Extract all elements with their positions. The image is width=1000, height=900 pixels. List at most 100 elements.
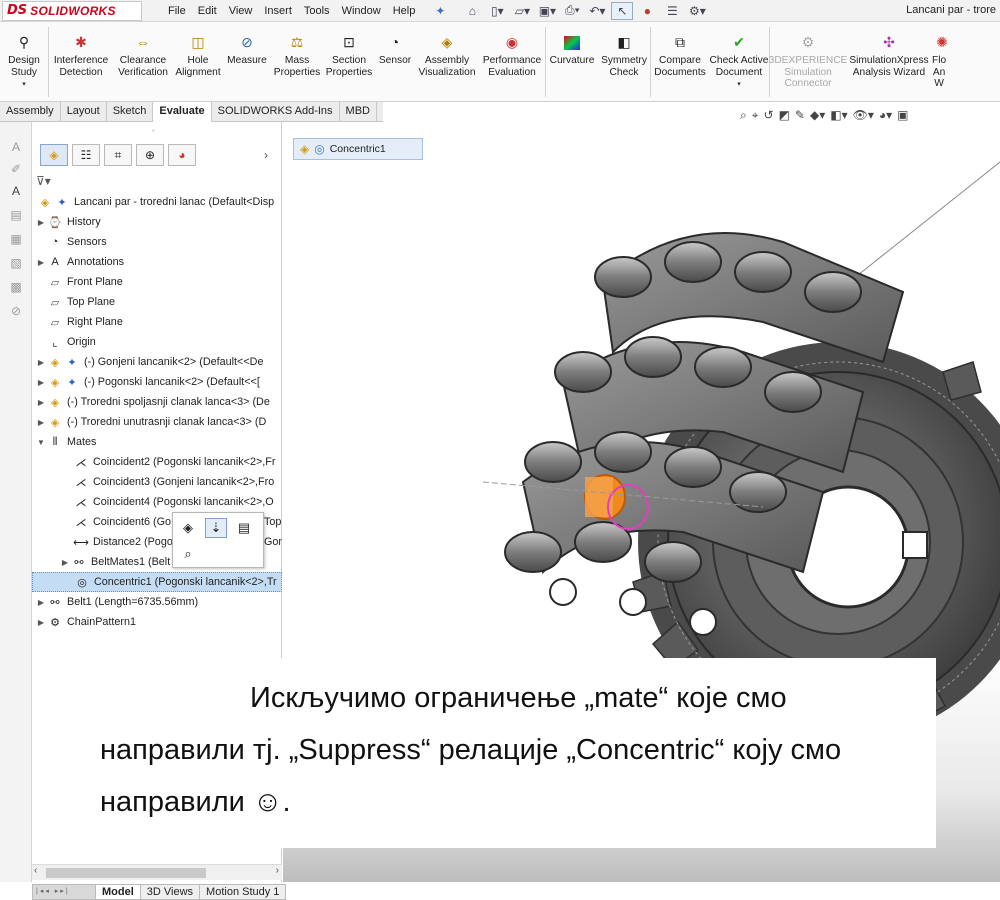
scroll-left-icon[interactable]: ‹ <box>34 865 37 876</box>
tree-item-gonjeni-lancanik[interactable]: ▶ ◈ ✦ (-) Gonjeni lancanik<2> (Default<<… <box>32 352 282 372</box>
propertymanager-tab-icon[interactable]: ☷ <box>72 144 100 166</box>
zoom-to-selection-icon[interactable]: ⌕ <box>177 544 199 564</box>
select-icon[interactable]: ↖ <box>611 1 634 20</box>
tab-mbd[interactable]: MBD <box>340 102 377 122</box>
menu-help[interactable]: Help <box>387 5 422 17</box>
menu-tools[interactable]: Tools <box>298 5 336 17</box>
hole-alignment-button[interactable]: ◫ Hole Alignment <box>173 22 223 102</box>
previous-view-icon[interactable]: ↺ <box>764 108 774 122</box>
display-style-icon[interactable]: ◧▾ <box>830 108 847 122</box>
scrollbar-thumb[interactable] <box>46 868 206 878</box>
tree-item-pogonski-lancanik[interactable]: ▶ ◈ ✦ (-) Pogonski lancanik<2> (Default<… <box>32 372 282 392</box>
dimxpertmanager-tab-icon[interactable]: ⊕ <box>136 144 164 166</box>
filter-icon[interactable]: ⊽▾ <box>36 174 51 188</box>
file-properties-icon[interactable]: ☰ <box>661 2 683 20</box>
save-icon[interactable]: ▣▾ <box>536 2 558 20</box>
print-icon[interactable]: ⎙▾ <box>561 2 583 20</box>
surface-finish-icon[interactable]: ▧ <box>8 256 24 272</box>
suppress-icon[interactable]: ⇣ <box>205 518 227 538</box>
tree-item-coincident4[interactable]: ⋌ Coincident4 (Pogonski lancanik<2>,O <box>32 492 282 512</box>
tab-3d-views[interactable]: 3D Views <box>140 884 201 900</box>
tree-item-front-plane[interactable]: ▱ Front Plane <box>32 272 282 292</box>
sensor-button[interactable]: ◔ Sensor <box>375 22 415 102</box>
edit-feature-icon[interactable]: ◈ <box>177 518 199 538</box>
text-tool-icon[interactable]: A <box>8 140 24 156</box>
menu-edit[interactable]: Edit <box>192 5 223 17</box>
zoom-to-area-icon[interactable]: ⌖ <box>752 108 759 123</box>
dynamic-annotation-icon[interactable]: ✎ <box>795 108 805 122</box>
performance-evaluation-button[interactable]: ◉ Performance Evaluation <box>479 22 545 102</box>
tree-item-chainpattern1[interactable]: ▶ ⚙ ChainPattern1 <box>32 612 282 632</box>
balloon-icon[interactable]: ▦ <box>8 232 24 248</box>
hide-show-items-icon[interactable]: 👁▾ <box>853 108 874 122</box>
tree-item-sensors[interactable]: ◔ Sensors <box>32 232 282 252</box>
pin-icon[interactable]: ✦ <box>435 4 445 18</box>
tab-layout[interactable]: Layout <box>61 102 107 122</box>
section-view-icon[interactable]: ◩ <box>779 108 790 122</box>
interference-detection-button[interactable]: ✱ Interference Detection <box>49 22 113 102</box>
solidworks-logo[interactable]: DS SOLIDWORKS <box>2 0 142 21</box>
tree-item-origin[interactable]: ⌞ Origin <box>32 332 282 352</box>
tab-motion-study-1[interactable]: Motion Study 1 <box>200 884 287 900</box>
tab-solidworks-addins[interactable]: SOLIDWORKS Add-Ins <box>212 102 340 122</box>
tree-item-coincident3[interactable]: ⋌ Coincident3 (Gonjeni lancanik<2>,Fro <box>32 472 282 492</box>
symmetry-check-button[interactable]: ◧ Symmetry Check <box>598 22 650 102</box>
menu-view[interactable]: View <box>223 5 259 17</box>
configure-feature-icon[interactable]: ▤ <box>233 518 255 538</box>
tree-item-mates[interactable]: ▼ ⫴ Mates <box>32 432 282 452</box>
datum-icon[interactable]: ▩ <box>8 280 24 296</box>
smart-dimension-icon[interactable]: ✐ <box>8 162 24 178</box>
expand-arrow-icon[interactable]: ▶ <box>36 218 46 227</box>
assembly-visualization-button[interactable]: ◈ Assembly Visualization <box>415 22 479 102</box>
section-properties-button[interactable]: ⊡ Section Properties <box>323 22 375 102</box>
tab-evaluate[interactable]: Evaluate <box>153 102 212 122</box>
configurationmanager-tab-icon[interactable]: ⌗ <box>104 144 132 166</box>
scroll-right-icon[interactable]: › <box>276 865 279 876</box>
options-gear-icon[interactable]: ⚙▾ <box>686 2 708 20</box>
collapse-arrow-icon[interactable]: ▼ <box>36 438 46 447</box>
measure-button[interactable]: ⊘ Measure <box>223 22 271 102</box>
tab-assembly[interactable]: Assembly <box>0 102 61 122</box>
compare-documents-button[interactable]: ⧉ Compare Documents <box>651 22 709 102</box>
annotation-icon[interactable]: A <box>8 184 24 200</box>
tree-root[interactable]: ◈ ✦ Lancani par - troredni lanac (Defaul… <box>32 192 282 212</box>
home-icon[interactable]: ⌂ <box>461 2 483 20</box>
view-orientation-icon[interactable]: ◆▾ <box>810 108 825 122</box>
check-active-document-button[interactable]: ✔ Check Active Document ▾ <box>709 22 769 102</box>
expand-arrow-icon[interactable]: ▶ <box>36 258 46 267</box>
expand-arrow-icon[interactable]: ▶ <box>36 618 46 627</box>
clearance-verification-button[interactable]: ⇔ Clearance Verification <box>113 22 173 102</box>
new-document-icon[interactable]: ▯▾ <box>486 2 508 20</box>
flow-analysis-button[interactable]: ✺ Flo An W <box>932 22 952 102</box>
menu-file[interactable]: File <box>168 5 192 17</box>
expand-arrow-icon[interactable]: ▶ <box>36 378 46 387</box>
expand-arrow-icon[interactable]: ▶ <box>36 398 46 407</box>
tree-item-annotations[interactable]: ▶ A Annotations <box>32 252 282 272</box>
zoom-to-fit-icon[interactable]: ⌕ <box>740 108 747 123</box>
chevron-right-icon[interactable]: › <box>252 144 280 166</box>
tab-navigation-icon[interactable]: |◂◂ ▸▸| <box>32 884 96 900</box>
curvature-button[interactable]: Curvature <box>546 22 598 102</box>
tree-item-belt1[interactable]: ▶ ⚯ Belt1 (Length=6735.56mm) <box>32 592 282 612</box>
note-icon[interactable]: ▤ <box>8 208 24 224</box>
featuremanager-tab-icon[interactable]: ◈ <box>40 144 68 166</box>
design-study-button[interactable]: ⚲ Design Study ▾ <box>0 22 48 102</box>
chevron-down-icon[interactable]: ▾ <box>22 79 26 91</box>
mass-properties-button[interactable]: ⚖ Mass Properties <box>271 22 323 102</box>
tab-model[interactable]: Model <box>96 884 141 900</box>
menu-window[interactable]: Window <box>336 5 387 17</box>
simulationxpress-button[interactable]: ✣ SimulationXpress Analysis Wizard <box>846 22 932 102</box>
weld-symbol-icon[interactable]: ⊘ <box>8 304 24 320</box>
tree-item-top-plane[interactable]: ▱ Top Plane <box>32 292 282 312</box>
scene-icon[interactable]: ▣ <box>897 108 908 122</box>
tree-item-spoljasnji-clanak[interactable]: ▶ ◈ (-) Troredni spoljasnji clanak lanca… <box>32 392 282 412</box>
expand-arrow-icon[interactable]: ▶ <box>36 418 46 427</box>
expand-arrow-icon[interactable]: ▶ <box>36 358 46 367</box>
undo-icon[interactable]: ↶▾ <box>586 2 608 20</box>
tree-item-coincident2[interactable]: ⋌ Coincident2 (Pogonski lancanik<2>,Fr <box>32 452 282 472</box>
tree-horizontal-scrollbar[interactable]: ‹ › <box>32 864 282 880</box>
tree-item-right-plane[interactable]: ▱ Right Plane <box>32 312 282 332</box>
edit-appearance-icon[interactable]: ◕▾ <box>879 108 892 122</box>
tree-item-unutrasnji-clanak[interactable]: ▶ ◈ (-) Troredni unutrasnji clanak lanca… <box>32 412 282 432</box>
panel-grip-icon[interactable]: ◦ <box>152 126 155 135</box>
